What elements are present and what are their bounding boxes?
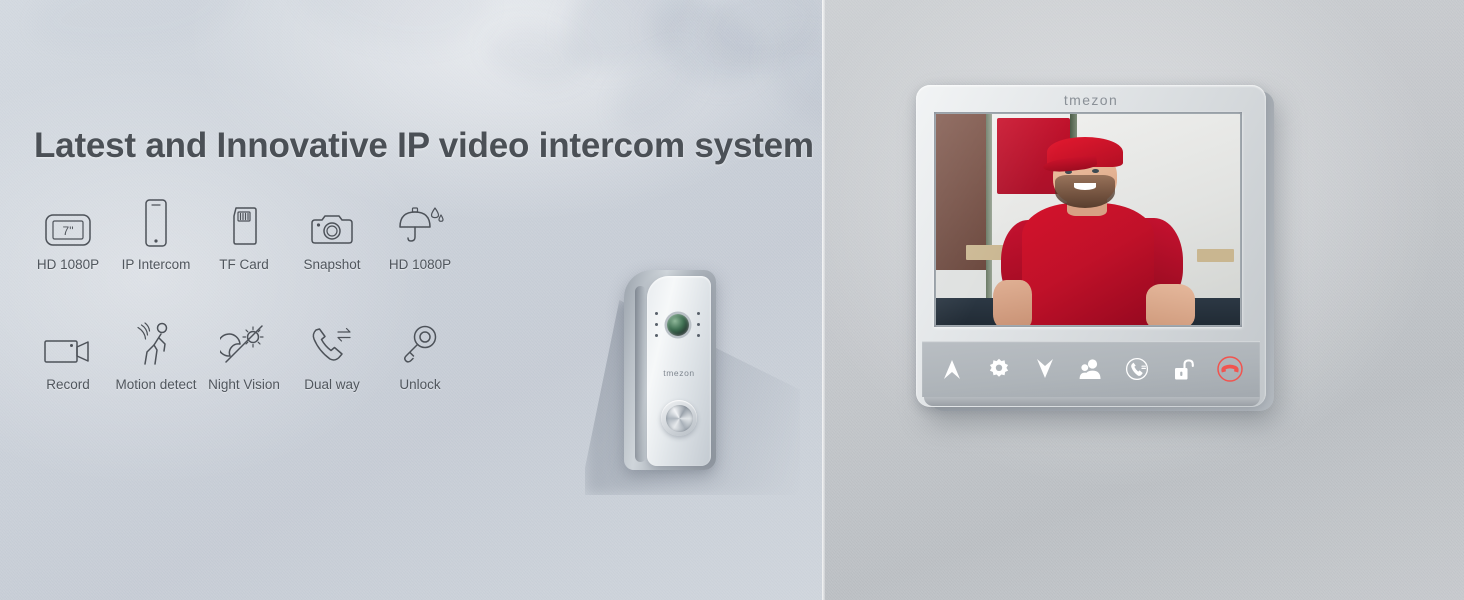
ir-led — [655, 334, 659, 338]
call-button[interactable] — [665, 404, 693, 432]
feature-record: Record — [24, 316, 112, 392]
screen-glare — [936, 114, 1240, 325]
dual-way-talk-icon — [308, 316, 356, 368]
feature-dual-way-talk: Dual way — [288, 316, 376, 392]
down-button[interactable] — [1029, 353, 1061, 385]
person-icon — [1079, 358, 1103, 380]
feature-label: Motion detect — [115, 377, 197, 392]
feature-snapshot: Snapshot — [288, 196, 376, 272]
video-feed-image — [936, 114, 1240, 325]
feature-row-2: Record Motion detect Night Vision Dual w… — [24, 316, 504, 392]
monitor-control-bar — [922, 341, 1260, 397]
page-title: Latest and Innovative IP video intercom … — [34, 126, 814, 165]
up-button[interactable] — [936, 353, 968, 385]
monitor-bottom-edge — [924, 397, 1260, 406]
ir-led — [655, 323, 659, 327]
unlock-button[interactable] — [1168, 353, 1200, 385]
feature-grid: 7" HD 1080P IP Intercom TF Card Snapshot… — [24, 196, 504, 392]
call-icon — [1125, 357, 1149, 381]
ir-led — [697, 334, 701, 338]
feature-hd-1080p-display: 7" HD 1080P — [24, 196, 112, 272]
feature-label: Night Vision — [208, 377, 280, 392]
smartphone-icon — [141, 196, 171, 248]
video-screen[interactable] — [936, 114, 1240, 325]
intercom-button[interactable] — [1121, 353, 1153, 385]
camera-lens-icon — [667, 314, 689, 336]
door-station-brand: tmezon — [663, 368, 695, 378]
feature-label: Snapshot — [303, 257, 361, 272]
hood-groove — [635, 286, 646, 462]
ir-led — [697, 323, 701, 327]
feature-ip-intercom: IP Intercom — [112, 196, 200, 272]
feature-label: Dual way — [304, 377, 360, 392]
indoor-monitor: tmezon — [916, 85, 1278, 424]
tf-card-icon — [228, 196, 260, 248]
settings-button[interactable] — [983, 353, 1015, 385]
video-camera-icon — [42, 316, 94, 368]
feature-label: Record — [46, 377, 90, 392]
feature-label: HD 1080P — [388, 257, 452, 272]
motion-detect-icon — [134, 316, 178, 368]
chevron-down-icon — [1035, 358, 1055, 380]
svg-text:7": 7" — [63, 224, 74, 238]
feature-night-vision: Night Vision — [200, 316, 288, 392]
screen-bezel — [934, 112, 1242, 327]
feature-tf-card: TF Card — [200, 196, 288, 272]
product-banner: Latest and Innovative IP video intercom … — [0, 0, 1464, 600]
feature-label: TF Card — [219, 257, 269, 272]
camera-icon — [308, 196, 356, 248]
umbrella-waterproof-icon — [396, 196, 444, 248]
monitor-brand-logo: tmezon — [1063, 92, 1119, 108]
monitor-body: tmezon — [916, 85, 1266, 407]
padlock-open-icon — [1173, 357, 1195, 381]
ir-led — [655, 312, 659, 316]
feature-unlock: Unlock — [376, 316, 464, 392]
right-panel: tmezon — [822, 0, 1464, 600]
feature-label: HD 1080P — [36, 257, 100, 272]
gear-icon — [988, 358, 1010, 380]
night-vision-icon — [220, 316, 268, 368]
feature-motion-detect: Motion detect — [112, 316, 200, 392]
monitor-7-inch-icon: 7" — [44, 196, 92, 248]
left-panel: Latest and Innovative IP video intercom … — [0, 0, 822, 600]
ir-led — [697, 312, 701, 316]
feature-label: Unlock — [399, 377, 441, 392]
hangup-button[interactable] — [1214, 353, 1246, 385]
feature-waterproof-hd-1080p: HD 1080P — [376, 196, 464, 272]
chevron-up-icon — [942, 358, 962, 380]
hangup-icon — [1216, 355, 1244, 383]
contacts-button[interactable] — [1075, 353, 1107, 385]
outdoor-door-station: tmezon — [624, 270, 716, 470]
feature-row-1: 7" HD 1080P IP Intercom TF Card Snapshot… — [24, 196, 504, 272]
feature-label: IP Intercom — [121, 257, 191, 272]
key-unlock-icon — [399, 316, 441, 368]
station-faceplate: tmezon — [647, 276, 711, 466]
